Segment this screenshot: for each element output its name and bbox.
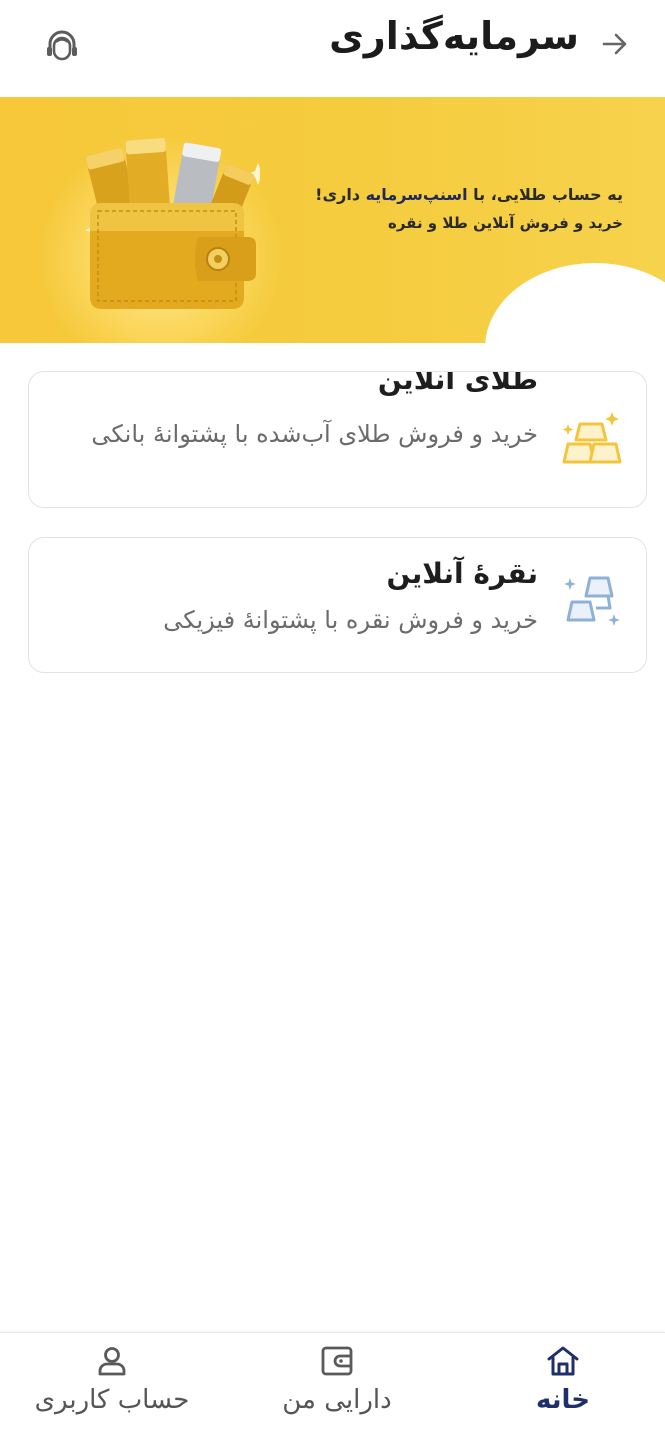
card-title: نقرهٔ آنلاین (386, 557, 538, 590)
user-icon (94, 1343, 130, 1379)
card-title: طلای آنلاین (377, 371, 538, 396)
card-description: خرید و فروش نقره با پشتوانهٔ فیزیکی (163, 606, 538, 634)
nav-label: حساب کاربری (34, 1385, 190, 1415)
wallet-icon (319, 1343, 355, 1379)
nav-item-my-assets[interactable]: دارایی من (237, 1333, 437, 1429)
nav-item-home[interactable]: خانه (463, 1333, 663, 1429)
banner-brand: اسنپ‌سرمایه (365, 185, 468, 204)
card-description: خرید و فروش طلای آب‌شده با پشتوانهٔ بانک… (91, 420, 538, 448)
app-header: سرمایه‌گذاری (0, 0, 665, 96)
banner-headline: یه حساب طلایی، با اسنپ‌سرمایه داری! (315, 185, 623, 204)
bottom-navigation: خانه دارایی من حساب کاربری (0, 1332, 665, 1429)
banner-text: یه حساب طلایی، با اسنپ‌سرمایه داری! خرید… (315, 185, 623, 232)
arrow-right-icon (602, 33, 627, 55)
banner-headline-prefix: یه حساب طلایی، با (467, 185, 623, 204)
page-title: سرمایه‌گذاری (329, 14, 579, 58)
banner-headline-suffix: داری! (315, 185, 366, 204)
nav-label: خانه (535, 1385, 591, 1415)
home-icon (545, 1343, 581, 1379)
banner-curve (485, 263, 665, 343)
promo-banner[interactable]: یه حساب طلایی، با اسنپ‌سرمایه داری! خرید… (0, 97, 665, 343)
gold-bars-icon (562, 412, 622, 464)
support-button[interactable] (40, 24, 84, 64)
gold-card-text: طلای آنلاین خرید و فروش طلای آب‌شده با پ… (49, 371, 538, 462)
silver-online-card[interactable]: نقرهٔ آنلاین خرید و فروش نقره با پشتوانه… (28, 537, 647, 673)
nav-item-user-account[interactable]: حساب کاربری (12, 1333, 212, 1429)
silver-bars-icon (564, 576, 620, 626)
gold-wallet-illustration (85, 138, 260, 309)
silver-card-text: نقرهٔ آنلاین خرید و فروش نقره با پشتوانه… (49, 552, 538, 640)
banner-subtitle: خرید و فروش آنلاین طلا و نقره (387, 214, 623, 232)
nav-label: دارایی من (282, 1385, 392, 1415)
back-button[interactable] (595, 24, 635, 64)
gold-online-card[interactable]: طلای آنلاین خرید و فروش طلای آب‌شده با پ… (28, 371, 647, 508)
support-agent-icon (47, 30, 77, 61)
